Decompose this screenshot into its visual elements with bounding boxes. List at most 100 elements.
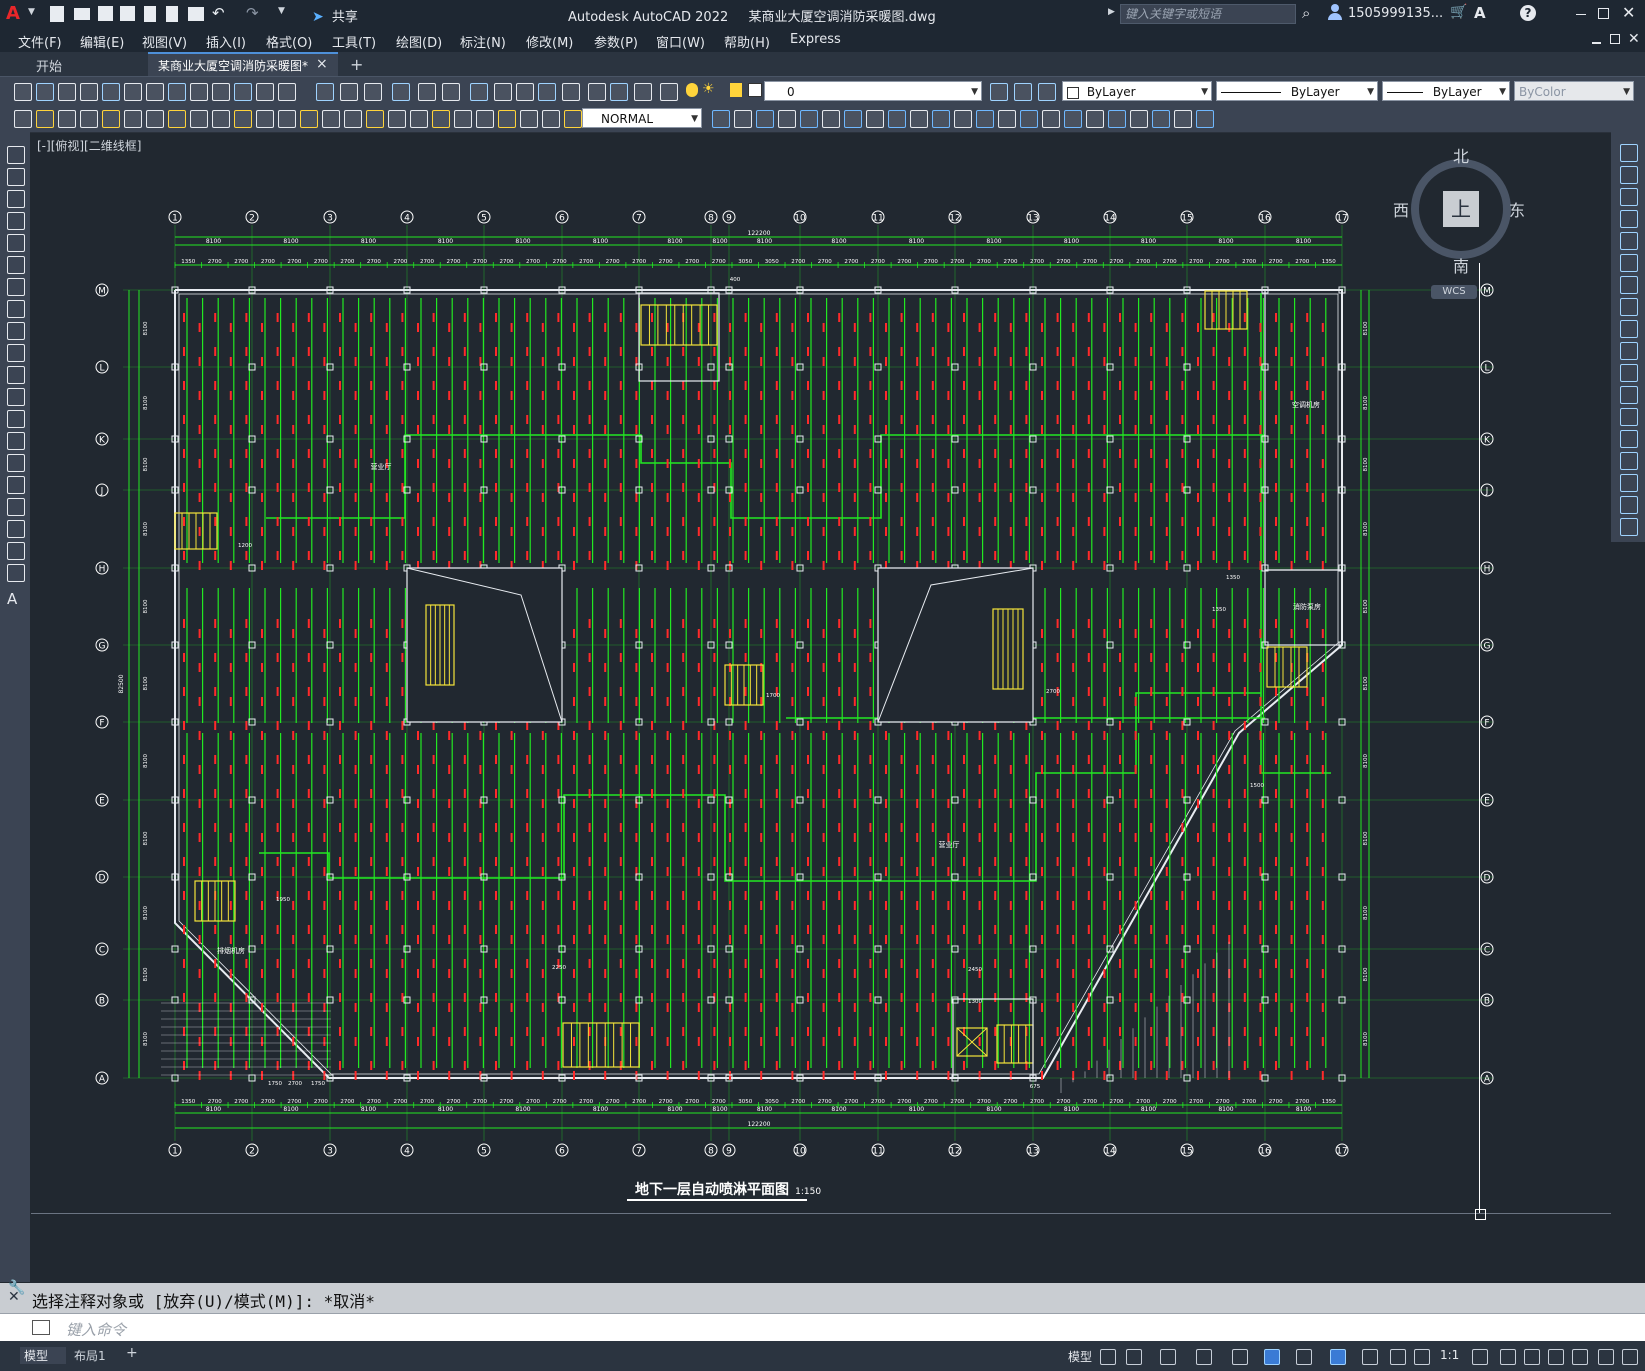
std-tool-2-icon[interactable] xyxy=(58,83,76,101)
modify-tool-14-icon[interactable] xyxy=(1020,110,1038,128)
modify-tool-8-icon[interactable] xyxy=(888,110,906,128)
tab-close-icon[interactable]: × xyxy=(316,56,328,72)
menu-window[interactable]: 窗口(W) xyxy=(656,32,705,51)
std-tool-24-icon[interactable] xyxy=(588,83,606,101)
app-menu-chevron-icon[interactable]: ▼ xyxy=(28,7,35,17)
modify-tool-22-icon[interactable] xyxy=(1196,110,1214,128)
modify-tool-15-icon[interactable] xyxy=(1042,110,1060,128)
draw-tool-18-icon[interactable] xyxy=(7,542,25,560)
modify-tool-11-icon[interactable] xyxy=(954,110,972,128)
dim-tool-24-icon[interactable] xyxy=(542,110,560,128)
menu-file[interactable]: 文件(F) xyxy=(18,32,62,51)
new-tab-button[interactable]: + xyxy=(350,55,363,74)
dim-tool-3-icon[interactable] xyxy=(80,110,98,128)
draw-tool-2-icon[interactable] xyxy=(7,190,25,208)
autodesk-app-icon[interactable]: A xyxy=(1474,4,1486,22)
autocad-logo-icon[interactable]: A xyxy=(6,4,26,24)
dim-tool-7-icon[interactable] xyxy=(168,110,186,128)
std-tool-17-icon[interactable] xyxy=(418,83,436,101)
modify-tool-12-icon[interactable] xyxy=(976,110,994,128)
modify-side-2-icon[interactable] xyxy=(1620,188,1638,206)
std-tool-3-icon[interactable] xyxy=(80,83,98,101)
draw-tool-10-icon[interactable] xyxy=(7,366,25,384)
modify-tool-16-icon[interactable] xyxy=(1064,110,1082,128)
modify-tool-21-icon[interactable] xyxy=(1174,110,1192,128)
dim-tool-20-icon[interactable] xyxy=(454,110,472,128)
std-tool-21-icon[interactable] xyxy=(516,83,534,101)
dim-tool-10-icon[interactable] xyxy=(234,110,252,128)
dim-tool-0-icon[interactable] xyxy=(14,110,32,128)
dim-tool-18-icon[interactable] xyxy=(410,110,428,128)
draw-tool-4-icon[interactable] xyxy=(7,234,25,252)
publish-icon[interactable] xyxy=(144,6,156,22)
status-toggle-12-icon[interactable] xyxy=(1500,1349,1516,1365)
compass-east[interactable]: 东 xyxy=(1509,197,1525,221)
print-icon[interactable] xyxy=(188,7,204,21)
std-tool-5-icon[interactable] xyxy=(124,83,142,101)
modify-side-13-icon[interactable] xyxy=(1620,430,1638,448)
draw-tool-1-icon[interactable] xyxy=(7,168,25,186)
dim-tool-23-icon[interactable] xyxy=(520,110,538,128)
status-toggle-0-icon[interactable] xyxy=(1100,1349,1116,1365)
std-tool-0-icon[interactable] xyxy=(14,83,32,101)
layer-tool-1-icon[interactable] xyxy=(1014,83,1032,101)
modify-side-3-icon[interactable] xyxy=(1620,210,1638,228)
cart-icon[interactable]: 🛒 xyxy=(1450,4,1467,20)
std-tool-19-icon[interactable] xyxy=(470,83,488,101)
modify-side-15-icon[interactable] xyxy=(1620,474,1638,492)
menu-modify[interactable]: 修改(M) xyxy=(526,32,573,51)
dim-tool-25-icon[interactable] xyxy=(564,110,582,128)
tab-layout1[interactable]: 布局1 xyxy=(74,1347,106,1364)
open-file-icon[interactable] xyxy=(74,8,90,20)
minimize-icon[interactable] xyxy=(1576,14,1586,15)
std-tool-11-icon[interactable] xyxy=(256,83,274,101)
command-prompt-icon[interactable] xyxy=(32,1320,50,1335)
layer-color-swatch[interactable] xyxy=(748,83,762,97)
modify-tool-13-icon[interactable] xyxy=(998,110,1016,128)
sun-icon[interactable]: ☀ xyxy=(702,81,715,97)
menu-insert[interactable]: 插入(I) xyxy=(206,32,246,51)
save-icon[interactable] xyxy=(98,6,113,21)
user-icon[interactable] xyxy=(1328,4,1342,20)
modify-tool-3-icon[interactable] xyxy=(778,110,796,128)
std-tool-18-icon[interactable] xyxy=(442,83,460,101)
modify-side-14-icon[interactable] xyxy=(1620,452,1638,470)
doc-minimize-icon[interactable] xyxy=(1592,42,1601,44)
maximize-icon[interactable] xyxy=(1598,8,1609,19)
plot-preview-icon[interactable] xyxy=(166,6,178,22)
modify-tool-7-icon[interactable] xyxy=(866,110,884,128)
status-toggle-10-icon[interactable] xyxy=(1414,1349,1430,1365)
dim-tool-16-icon[interactable] xyxy=(366,110,384,128)
dim-tool-15-icon[interactable] xyxy=(344,110,362,128)
status-toggle-14-icon[interactable] xyxy=(1548,1349,1564,1365)
draw-tool-17-icon[interactable] xyxy=(7,520,25,538)
layer-tool-0-icon[interactable] xyxy=(990,83,1008,101)
status-toggle-11-icon[interactable] xyxy=(1472,1349,1488,1365)
modify-side-0-icon[interactable] xyxy=(1620,144,1638,162)
draw-tool-6-icon[interactable] xyxy=(7,278,25,296)
std-tool-20-icon[interactable] xyxy=(494,83,512,101)
std-tool-12-icon[interactable] xyxy=(278,83,296,101)
modify-tool-18-icon[interactable] xyxy=(1108,110,1126,128)
save-as-icon[interactable] xyxy=(120,6,135,21)
modify-tool-1-icon[interactable] xyxy=(734,110,752,128)
menu-parametric[interactable]: 参数(P) xyxy=(594,32,638,51)
std-tool-8-icon[interactable] xyxy=(190,83,208,101)
draw-tool-15-icon[interactable] xyxy=(7,476,25,494)
dim-tool-11-icon[interactable] xyxy=(256,110,274,128)
compass-north[interactable]: 北 xyxy=(1453,143,1469,167)
draw-tool-0-icon[interactable] xyxy=(7,146,25,164)
drawing-canvas[interactable]: [-][俯视][二维线框] 1 1 2 2 3 3 4 4 5 5 6 6 7 7 8 8 9 9 10 10 11 11… xyxy=(31,133,1611,1279)
menu-tools[interactable]: 工具(T) xyxy=(332,32,376,51)
draw-tool-11-icon[interactable] xyxy=(7,388,25,406)
modify-side-11-icon[interactable] xyxy=(1620,386,1638,404)
dim-tool-13-icon[interactable] xyxy=(300,110,318,128)
modify-side-7-icon[interactable] xyxy=(1620,298,1638,316)
wrench-icon[interactable]: 🔧 xyxy=(8,1280,25,1296)
compass-west[interactable]: 西 xyxy=(1393,197,1409,221)
lock-icon[interactable] xyxy=(730,83,742,97)
modify-side-16-icon[interactable] xyxy=(1620,496,1638,514)
status-toggle-15-icon[interactable] xyxy=(1572,1349,1588,1365)
std-tool-6-icon[interactable] xyxy=(146,83,164,101)
undo-icon[interactable]: ↶ xyxy=(212,4,225,22)
